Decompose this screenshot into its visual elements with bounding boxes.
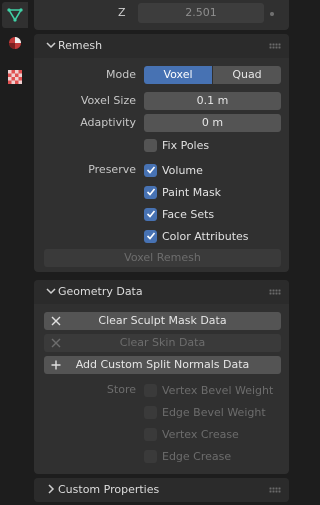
add-custom-split-normals-data-label: Add Custom Split Normals Data bbox=[75, 358, 250, 371]
z-dimension-row: Z 2.501 bbox=[34, 0, 289, 30]
custom-properties-panel: Custom Properties bbox=[34, 478, 289, 502]
fix-poles-label: Fix Poles bbox=[162, 138, 210, 152]
clear-sculpt-mask-data-label: Clear Sculpt Mask Data bbox=[98, 314, 227, 327]
checker-texture-icon bbox=[8, 70, 22, 84]
preserve-face-sets-checkbox[interactable]: Face Sets bbox=[144, 205, 214, 223]
vertex-crease-checkbox[interactable]: Vertex Crease bbox=[144, 425, 239, 443]
checkmark-icon bbox=[144, 185, 157, 199]
remesh-panel-header[interactable]: Remesh bbox=[34, 34, 289, 58]
x-icon bbox=[51, 338, 61, 348]
edge-crease-checkbox[interactable]: Edge Crease bbox=[144, 447, 231, 465]
object-data-tab[interactable] bbox=[2, 2, 28, 28]
custom-properties-panel-title: Custom Properties bbox=[58, 483, 160, 496]
mode-label: Mode bbox=[106, 68, 136, 81]
vertex-bevel-weight-checkbox[interactable]: Vertex Bevel Weight bbox=[144, 381, 273, 399]
z-label: Z bbox=[118, 6, 126, 19]
edge-bevel-weight-checkbox[interactable]: Edge Bevel Weight bbox=[144, 403, 266, 421]
checkbox-unchecked-icon bbox=[144, 383, 157, 397]
clear-skin-data-label: Clear Skin Data bbox=[119, 336, 206, 349]
preserve-face-sets-label: Face Sets bbox=[162, 207, 215, 221]
checkmark-icon bbox=[144, 229, 157, 243]
checkbox-unchecked-icon bbox=[144, 405, 157, 419]
voxel-remesh-button[interactable]: Voxel Remesh bbox=[44, 249, 281, 267]
chevron-right-icon bbox=[48, 484, 55, 494]
mode-voxel-button[interactable]: Voxel bbox=[144, 66, 212, 84]
geometry-data-panel-header[interactable]: Geometry Data bbox=[34, 280, 289, 304]
keyframe-dot-icon[interactable] bbox=[270, 12, 274, 16]
properties-content: Z 2.501 Remesh Mode Voxel Quad Voxel Siz… bbox=[32, 0, 291, 505]
preserve-color-attributes-checkbox[interactable]: Color Attributes bbox=[144, 227, 249, 245]
properties-tab-bar bbox=[0, 0, 30, 505]
preserve-color-attributes-label: Color Attributes bbox=[162, 229, 249, 243]
geometry-data-panel-title: Geometry Data bbox=[58, 285, 143, 298]
chevron-down-icon bbox=[46, 42, 56, 49]
preserve-paint-mask-label: Paint Mask bbox=[162, 185, 222, 199]
preserve-paint-mask-checkbox[interactable]: Paint Mask bbox=[144, 183, 221, 201]
plus-icon bbox=[51, 360, 61, 370]
adaptivity-label: Adaptivity bbox=[80, 116, 136, 129]
add-custom-split-normals-data-button[interactable]: Add Custom Split Normals Data bbox=[44, 356, 281, 374]
store-label: Store bbox=[106, 383, 136, 396]
preserve-label: Preserve bbox=[88, 163, 136, 176]
preserve-volume-checkbox[interactable]: Volume bbox=[144, 161, 203, 179]
x-icon bbox=[51, 316, 61, 326]
chevron-down-icon bbox=[46, 288, 56, 295]
clear-sculpt-mask-data-button[interactable]: Clear Sculpt Mask Data bbox=[44, 312, 281, 330]
material-tab[interactable] bbox=[2, 30, 28, 56]
drag-handle-icon[interactable] bbox=[269, 43, 281, 49]
mode-quad-button[interactable]: Quad bbox=[213, 66, 281, 84]
voxel-size-field[interactable]: 0.1 m bbox=[144, 92, 281, 110]
adaptivity-field[interactable]: 0 m bbox=[144, 114, 281, 132]
checkbox-unchecked-icon bbox=[144, 138, 157, 152]
preserve-volume-label: Volume bbox=[162, 163, 203, 177]
remesh-panel-title: Remesh bbox=[58, 39, 103, 52]
vertex-crease-label: Vertex Crease bbox=[162, 427, 239, 441]
material-sphere-icon bbox=[9, 37, 21, 49]
drag-handle-icon[interactable] bbox=[269, 487, 281, 493]
geometry-data-panel: Geometry Data Clear Sculpt Mask Data Cle… bbox=[34, 280, 289, 474]
edge-crease-label: Edge Crease bbox=[162, 449, 232, 463]
checkbox-unchecked-icon bbox=[144, 449, 157, 463]
edge-bevel-weight-label: Edge Bevel Weight bbox=[162, 405, 266, 419]
checkbox-unchecked-icon bbox=[144, 427, 157, 441]
texture-tab[interactable] bbox=[2, 64, 28, 90]
remesh-panel: Remesh Mode Voxel Quad Voxel Size 0.1 m … bbox=[34, 34, 289, 272]
custom-properties-panel-header[interactable]: Custom Properties bbox=[34, 478, 289, 502]
vertex-bevel-weight-label: Vertex Bevel Weight bbox=[162, 383, 274, 397]
checkmark-icon bbox=[144, 163, 157, 177]
mesh-data-icon bbox=[7, 8, 23, 22]
fix-poles-checkbox[interactable]: Fix Poles bbox=[144, 136, 209, 154]
voxel-size-label: Voxel Size bbox=[80, 94, 136, 107]
drag-handle-icon[interactable] bbox=[269, 289, 281, 295]
z-value-field[interactable]: 2.501 bbox=[138, 3, 264, 23]
clear-skin-data-button[interactable]: Clear Skin Data bbox=[44, 334, 281, 352]
checkmark-icon bbox=[144, 207, 157, 221]
